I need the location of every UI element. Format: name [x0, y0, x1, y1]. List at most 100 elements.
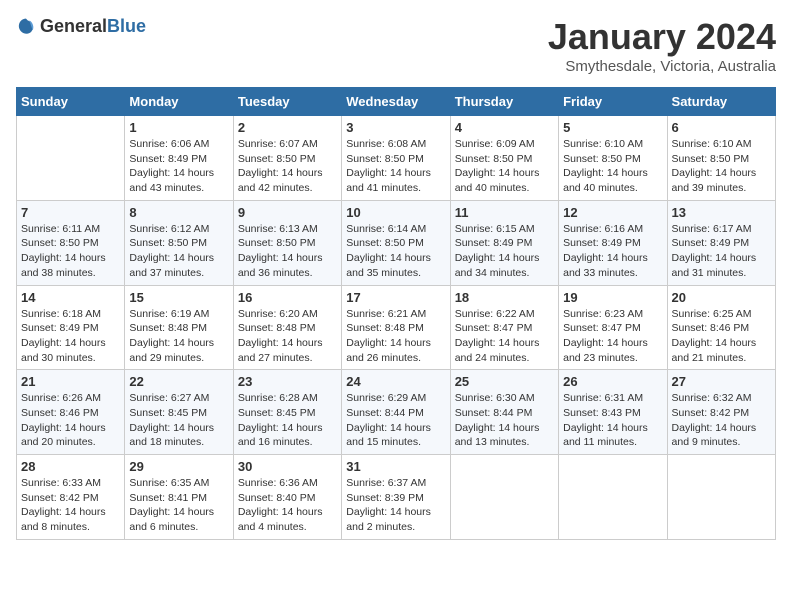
day-number: 5 [563, 120, 662, 135]
weekday-header: Tuesday [233, 88, 341, 116]
day-number: 2 [238, 120, 337, 135]
day-info: Sunrise: 6:10 AMSunset: 8:50 PMDaylight:… [672, 137, 771, 196]
calendar-week-row: 28Sunrise: 6:33 AMSunset: 8:42 PMDayligh… [17, 455, 776, 540]
day-number: 4 [455, 120, 554, 135]
day-info: Sunrise: 6:06 AMSunset: 8:49 PMDaylight:… [129, 137, 228, 196]
day-info: Sunrise: 6:31 AMSunset: 8:43 PMDaylight:… [563, 391, 662, 450]
calendar-cell: 9 Sunrise: 6:13 AMSunset: 8:50 PMDaylight… [233, 200, 341, 285]
logo: GeneralBlue [16, 16, 146, 37]
calendar-cell: 28Sunrise: 6:33 AMSunset: 8:42 PMDayligh… [17, 455, 125, 540]
calendar-cell: 14Sunrise: 6:18 AMSunset: 8:49 PMDayligh… [17, 285, 125, 370]
day-number: 10 [346, 205, 445, 220]
header: GeneralBlue January 2024 Smythesdale, Vi… [16, 16, 776, 75]
day-info: Sunrise: 6:15 AMSunset: 8:49 PMDaylight:… [455, 222, 554, 281]
day-info: Sunrise: 6:16 AMSunset: 8:49 PMDaylight:… [563, 222, 662, 281]
weekday-header: Sunday [17, 88, 125, 116]
day-number: 19 [563, 290, 662, 305]
day-number: 14 [21, 290, 120, 305]
calendar-cell: 1 Sunrise: 6:06 AMSunset: 8:49 PMDaylight… [125, 116, 233, 201]
day-number: 18 [455, 290, 554, 305]
calendar-body: 1 Sunrise: 6:06 AMSunset: 8:49 PMDaylight… [17, 116, 776, 540]
day-info: Sunrise: 6:32 AMSunset: 8:42 PMDaylight:… [672, 391, 771, 450]
day-number: 13 [672, 205, 771, 220]
day-info: Sunrise: 6:10 AMSunset: 8:50 PMDaylight:… [563, 137, 662, 196]
day-info: Sunrise: 6:17 AMSunset: 8:49 PMDaylight:… [672, 222, 771, 281]
calendar-cell: 2 Sunrise: 6:07 AMSunset: 8:50 PMDaylight… [233, 116, 341, 201]
calendar-cell: 20 Sunrise: 6:25 AMSunset: 8:46 PMDayligh… [667, 285, 775, 370]
calendar-cell: 13 Sunrise: 6:17 AMSunset: 8:49 PMDayligh… [667, 200, 775, 285]
day-info: Sunrise: 6:14 AMSunset: 8:50 PMDaylight:… [346, 222, 445, 281]
day-number: 17 [346, 290, 445, 305]
day-number: 11 [455, 205, 554, 220]
calendar-cell: 3 Sunrise: 6:08 AMSunset: 8:50 PMDaylight… [342, 116, 450, 201]
weekday-header: Friday [559, 88, 667, 116]
calendar-cell: 27 Sunrise: 6:32 AMSunset: 8:42 PMDayligh… [667, 370, 775, 455]
calendar-table: SundayMondayTuesdayWednesdayThursdayFrid… [16, 87, 776, 540]
day-info: Sunrise: 6:13 AMSunset: 8:50 PMDaylight:… [238, 222, 337, 281]
day-number: 1 [129, 120, 228, 135]
day-number: 27 [672, 374, 771, 389]
calendar-week-row: 14Sunrise: 6:18 AMSunset: 8:49 PMDayligh… [17, 285, 776, 370]
day-number: 3 [346, 120, 445, 135]
day-number: 12 [563, 205, 662, 220]
day-number: 26 [563, 374, 662, 389]
calendar-cell: 30Sunrise: 6:36 AMSunset: 8:40 PMDayligh… [233, 455, 341, 540]
logo-text: GeneralBlue [40, 16, 146, 37]
day-info: Sunrise: 6:07 AMSunset: 8:50 PMDaylight:… [238, 137, 337, 196]
day-info: Sunrise: 6:08 AMSunset: 8:50 PMDaylight:… [346, 137, 445, 196]
logo-icon [16, 17, 36, 37]
calendar-cell: 19 Sunrise: 6:23 AMSunset: 8:47 PMDayligh… [559, 285, 667, 370]
day-info: Sunrise: 6:35 AMSunset: 8:41 PMDaylight:… [129, 476, 228, 535]
day-info: Sunrise: 6:30 AMSunset: 8:44 PMDaylight:… [455, 391, 554, 450]
calendar-subtitle: Smythesdale, Victoria, Australia [548, 58, 776, 75]
calendar-cell: 15Sunrise: 6:19 AMSunset: 8:48 PMDayligh… [125, 285, 233, 370]
calendar-cell: 12 Sunrise: 6:16 AMSunset: 8:49 PMDayligh… [559, 200, 667, 285]
calendar-cell: 5 Sunrise: 6:10 AMSunset: 8:50 PMDaylight… [559, 116, 667, 201]
calendar-header-row: SundayMondayTuesdayWednesdayThursdayFrid… [17, 88, 776, 116]
calendar-cell: 31Sunrise: 6:37 AMSunset: 8:39 PMDayligh… [342, 455, 450, 540]
day-info: Sunrise: 6:27 AMSunset: 8:45 PMDaylight:… [129, 391, 228, 450]
day-number: 9 [238, 205, 337, 220]
calendar-cell: 29 Sunrise: 6:35 AMSunset: 8:41 PMDayligh… [125, 455, 233, 540]
day-number: 29 [129, 459, 228, 474]
calendar-cell [667, 455, 775, 540]
calendar-cell: 16Sunrise: 6:20 AMSunset: 8:48 PMDayligh… [233, 285, 341, 370]
calendar-cell: 18 Sunrise: 6:22 AMSunset: 8:47 PMDayligh… [450, 285, 558, 370]
day-info: Sunrise: 6:19 AMSunset: 8:48 PMDaylight:… [129, 307, 228, 366]
day-number: 6 [672, 120, 771, 135]
day-info: Sunrise: 6:22 AMSunset: 8:47 PMDaylight:… [455, 307, 554, 366]
day-info: Sunrise: 6:23 AMSunset: 8:47 PMDaylight:… [563, 307, 662, 366]
day-info: Sunrise: 6:28 AMSunset: 8:45 PMDaylight:… [238, 391, 337, 450]
calendar-title: January 2024 [548, 16, 776, 58]
calendar-cell: 4Sunrise: 6:09 AMSunset: 8:50 PMDaylight… [450, 116, 558, 201]
day-number: 24 [346, 374, 445, 389]
day-number: 20 [672, 290, 771, 305]
day-info: Sunrise: 6:11 AMSunset: 8:50 PMDaylight:… [21, 222, 120, 281]
weekday-header: Saturday [667, 88, 775, 116]
calendar-cell: 21 Sunrise: 6:26 AMSunset: 8:46 PMDayligh… [17, 370, 125, 455]
calendar-cell: 26 Sunrise: 6:31 AMSunset: 8:43 PMDayligh… [559, 370, 667, 455]
day-info: Sunrise: 6:33 AMSunset: 8:42 PMDaylight:… [21, 476, 120, 535]
calendar-cell [450, 455, 558, 540]
day-number: 8 [129, 205, 228, 220]
day-number: 31 [346, 459, 445, 474]
day-number: 16 [238, 290, 337, 305]
calendar-week-row: 21 Sunrise: 6:26 AMSunset: 8:46 PMDayligh… [17, 370, 776, 455]
calendar-week-row: 1 Sunrise: 6:06 AMSunset: 8:49 PMDaylight… [17, 116, 776, 201]
day-info: Sunrise: 6:25 AMSunset: 8:46 PMDaylight:… [672, 307, 771, 366]
calendar-cell: 17 Sunrise: 6:21 AMSunset: 8:48 PMDayligh… [342, 285, 450, 370]
day-number: 23 [238, 374, 337, 389]
calendar-cell: 24Sunrise: 6:29 AMSunset: 8:44 PMDayligh… [342, 370, 450, 455]
calendar-cell: 10 Sunrise: 6:14 AMSunset: 8:50 PMDayligh… [342, 200, 450, 285]
calendar-cell: 8 Sunrise: 6:12 AMSunset: 8:50 PMDaylight… [125, 200, 233, 285]
calendar-cell [559, 455, 667, 540]
calendar-cell: 7Sunrise: 6:11 AMSunset: 8:50 PMDaylight… [17, 200, 125, 285]
day-info: Sunrise: 6:26 AMSunset: 8:46 PMDaylight:… [21, 391, 120, 450]
calendar-week-row: 7Sunrise: 6:11 AMSunset: 8:50 PMDaylight… [17, 200, 776, 285]
calendar-cell: 25Sunrise: 6:30 AMSunset: 8:44 PMDayligh… [450, 370, 558, 455]
day-info: Sunrise: 6:12 AMSunset: 8:50 PMDaylight:… [129, 222, 228, 281]
day-info: Sunrise: 6:21 AMSunset: 8:48 PMDaylight:… [346, 307, 445, 366]
calendar-cell: 23 Sunrise: 6:28 AMSunset: 8:45 PMDayligh… [233, 370, 341, 455]
calendar-cell: 11 Sunrise: 6:15 AMSunset: 8:49 PMDayligh… [450, 200, 558, 285]
day-number: 21 [21, 374, 120, 389]
